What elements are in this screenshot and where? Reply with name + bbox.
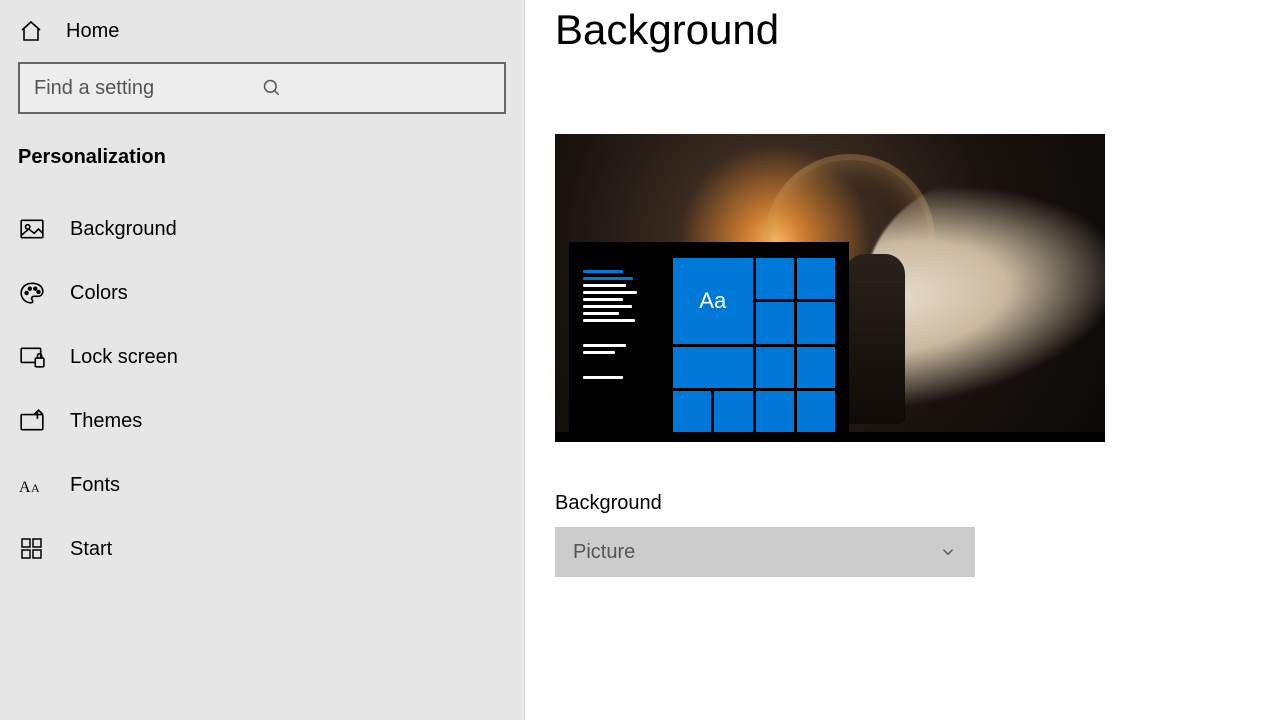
preview-taskbar — [555, 432, 1105, 442]
search-icon — [262, 78, 490, 98]
preview-sample-tile: Aa — [673, 258, 753, 344]
preview-decor — [845, 254, 905, 424]
home-label: Home — [66, 20, 119, 43]
sidebar-item-label: Lock screen — [70, 346, 178, 369]
sidebar-item-start[interactable]: Start — [0, 517, 524, 581]
background-preview: Aa — [555, 134, 1105, 442]
search-input[interactable]: Find a setting — [18, 62, 506, 114]
picture-icon — [18, 215, 46, 243]
background-type-dropdown[interactable]: Picture — [555, 527, 975, 577]
sidebar-item-label: Themes — [70, 410, 142, 433]
main-content: Background Aa — [525, 0, 1280, 720]
home-link[interactable]: Home — [0, 10, 524, 62]
sidebar-item-themes[interactable]: Themes — [0, 389, 524, 453]
preview-start-menu: Aa — [569, 242, 849, 442]
start-icon — [18, 535, 46, 563]
sidebar-item-lock-screen[interactable]: Lock screen — [0, 325, 524, 389]
themes-icon — [18, 407, 46, 435]
sidebar-item-colors[interactable]: Colors — [0, 261, 524, 325]
background-field-label: Background — [555, 492, 1250, 515]
search-placeholder: Find a setting — [34, 77, 262, 100]
lock-screen-icon — [18, 343, 46, 371]
chevron-down-icon — [939, 543, 957, 561]
sidebar-item-fonts[interactable]: A A Fonts — [0, 453, 524, 517]
section-heading: Personalization — [0, 136, 524, 197]
sidebar-item-label: Colors — [70, 282, 128, 305]
dropdown-value: Picture — [573, 541, 635, 564]
fonts-icon: A A — [18, 471, 46, 499]
palette-icon — [18, 279, 46, 307]
page-title: Background — [555, 6, 1250, 54]
settings-sidebar: Home Find a setting Personalization Back… — [0, 0, 525, 720]
home-icon — [18, 18, 44, 44]
sidebar-item-label: Background — [70, 218, 177, 241]
sidebar-item-label: Start — [70, 538, 112, 561]
sidebar-item-background[interactable]: Background — [0, 197, 524, 261]
sidebar-item-label: Fonts — [70, 474, 120, 497]
svg-text:A: A — [19, 479, 31, 496]
svg-text:A: A — [31, 481, 40, 495]
